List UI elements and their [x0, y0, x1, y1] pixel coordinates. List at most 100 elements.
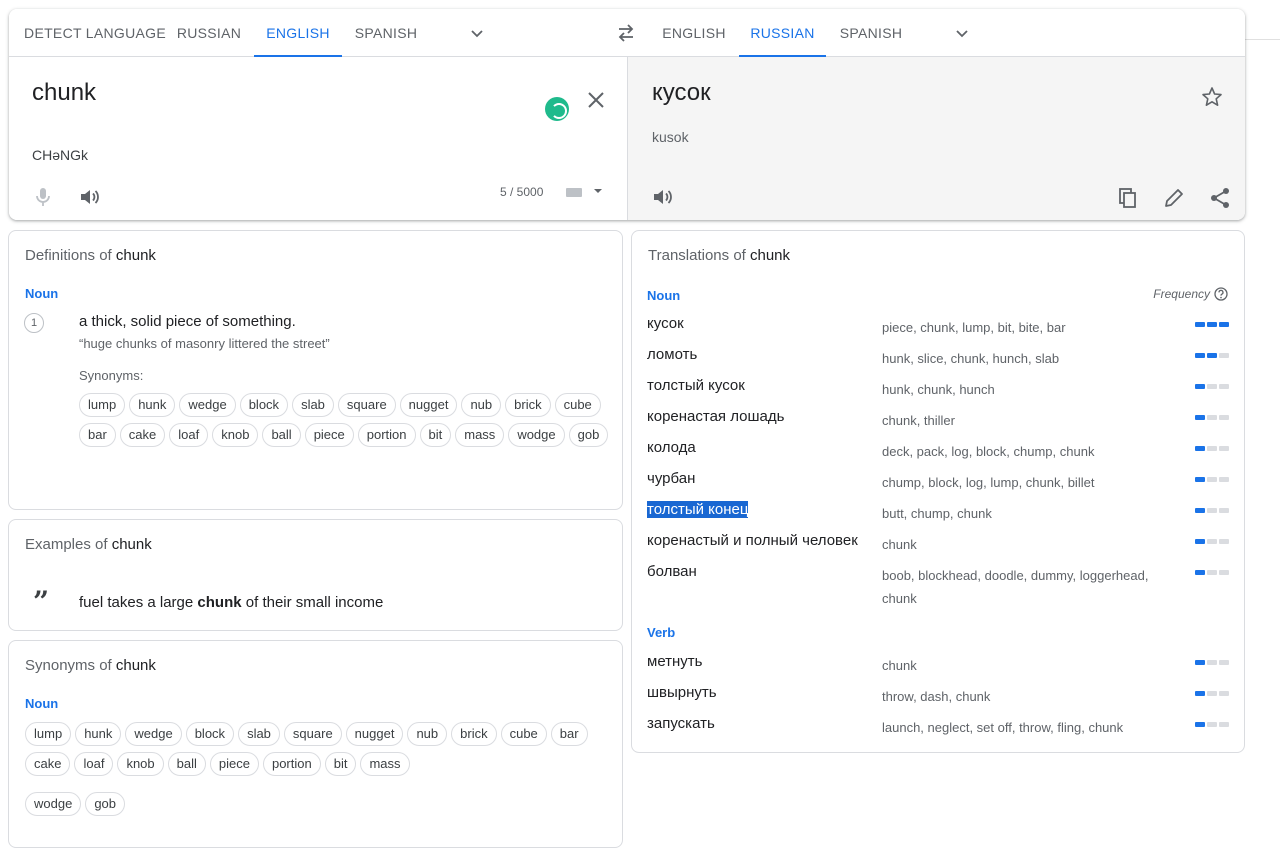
synonym-chips-group-1: lump hunk wedge block slab square nugget nub bri…	[25, 722, 615, 776]
synonym-chip[interactable]: nub	[461, 393, 502, 417]
synonym-chip[interactable]: wedge	[125, 722, 182, 746]
synonym-chip[interactable]: lump	[25, 722, 72, 746]
definitions-title-word: chunk	[115, 247, 156, 264]
frequency-segment	[1219, 539, 1229, 544]
synonym-chip[interactable]: hunk	[75, 722, 122, 746]
source-text-input[interactable]: chunk	[32, 79, 96, 107]
synonym-chip[interactable]: brick	[451, 722, 497, 746]
reverse-translations[interactable]: throw, dash, chunk	[882, 685, 1172, 708]
synonym-chip[interactable]: nugget	[399, 393, 458, 417]
star-icon[interactable]	[1200, 85, 1224, 109]
synonym-chip[interactable]: knob	[212, 423, 259, 447]
synonym-chip[interactable]: knob	[117, 752, 164, 776]
synonym-chip[interactable]: block	[185, 722, 235, 746]
translation-word[interactable]: чурбан	[647, 470, 695, 487]
translation-word[interactable]: коренастая лошадь	[647, 408, 784, 425]
synonym-chip[interactable]: ball	[262, 423, 301, 447]
translation-word[interactable]: колода	[647, 439, 696, 456]
tab-source-russian[interactable]: RUSSIAN	[174, 9, 244, 57]
synonym-chip[interactable]: portion	[357, 423, 416, 447]
frequency-segment	[1207, 539, 1217, 544]
synonym-chip[interactable]: wedge	[179, 393, 236, 417]
translation-word[interactable]: болван	[647, 563, 697, 580]
synonym-chip[interactable]: ball	[167, 752, 206, 776]
frequency-segment	[1207, 446, 1217, 451]
synonym-chip[interactable]: nugget	[345, 722, 404, 746]
reverse-translations[interactable]: butt, chump, chunk	[882, 502, 1172, 525]
synonym-chip[interactable]: piece	[304, 423, 354, 447]
examples-title-prefix: Examples of	[25, 536, 112, 553]
synonym-chip[interactable]: square	[283, 722, 342, 746]
reverse-translations[interactable]: piece, chunk, lump, bit, bite, bar	[882, 316, 1172, 339]
reverse-translations[interactable]: deck, pack, log, block, chump, chunk	[882, 440, 1172, 463]
reverse-translations[interactable]: boob, blockhead, doodle, dummy, loggerhe…	[882, 564, 1172, 610]
synonym-chip[interactable]: piece	[209, 752, 259, 776]
keyboard-icon[interactable]	[565, 185, 603, 199]
close-icon[interactable]	[585, 89, 607, 111]
translation-word[interactable]: коренастый и полный человек	[647, 532, 858, 549]
reverse-translations[interactable]: hunk, slice, chunk, hunch, slab	[882, 347, 1172, 370]
synonym-chip[interactable]: lump	[79, 393, 126, 417]
tab-source-english[interactable]: ENGLISH	[254, 9, 342, 57]
reverse-translations[interactable]: chunk, thiller	[882, 409, 1172, 432]
tab-target-spanish[interactable]: SPANISH	[834, 9, 908, 57]
synonym-chip[interactable]: bar	[79, 423, 116, 447]
frequency-segment	[1219, 415, 1229, 420]
reverse-translations[interactable]: chunk	[882, 654, 1172, 677]
synonym-chip[interactable]: wodge	[508, 423, 565, 447]
synonym-chip[interactable]: gob	[85, 792, 126, 816]
synonym-chip[interactable]: loaf	[169, 423, 209, 447]
tab-source-spanish[interactable]: SPANISH	[350, 9, 422, 57]
synonym-chip[interactable]: mass	[360, 752, 410, 776]
reverse-translations[interactable]: launch, neglect, set off, throw, fling, …	[882, 716, 1172, 739]
example-sentence-bold: chunk	[197, 594, 242, 611]
tab-target-english[interactable]: ENGLISH	[657, 9, 731, 57]
translation-word[interactable]: метнуть	[647, 653, 703, 670]
frequency-segment	[1195, 660, 1205, 665]
translation-word[interactable]: толстый кусок	[647, 377, 745, 394]
reverse-translations[interactable]: chunk	[882, 533, 1172, 556]
help-icon[interactable]	[1214, 287, 1228, 301]
chevron-down-icon[interactable]	[470, 26, 484, 40]
swap-languages-icon[interactable]	[615, 23, 637, 43]
synonym-chip[interactable]: cube	[500, 722, 547, 746]
synonym-chip[interactable]: wodge	[25, 792, 82, 816]
microphone-icon[interactable]	[31, 185, 55, 209]
synonym-chip[interactable]: slab	[238, 722, 280, 746]
copy-icon[interactable]	[1116, 186, 1140, 210]
synonym-chip[interactable]: bar	[550, 722, 588, 746]
translation-word[interactable]: кусок	[647, 315, 684, 332]
synonym-chip[interactable]: bit	[324, 752, 357, 776]
reverse-translations[interactable]: hunk, chunk, hunch	[882, 378, 1172, 401]
frequency-segment	[1207, 322, 1217, 327]
language-tab-bar: DETECT LANGUAGE RUSSIAN ENGLISH SPANISH …	[9, 9, 1245, 57]
share-icon[interactable]	[1208, 186, 1232, 210]
edit-pencil-icon[interactable]	[1162, 186, 1186, 210]
translation-word[interactable]: швырнуть	[647, 684, 717, 701]
synonym-chip[interactable]: square	[337, 393, 396, 417]
synonym-chip[interactable]: cake	[119, 423, 166, 447]
translation-word[interactable]: запускать	[647, 715, 715, 732]
synonym-chip[interactable]: cube	[554, 393, 601, 417]
reverse-translations[interactable]: chump, block, log, lump, chunk, billet	[882, 471, 1172, 494]
translation-word[interactable]: ломоть	[647, 346, 697, 363]
translation-word[interactable]: толстый конец	[647, 501, 749, 518]
synonym-chip[interactable]: hunk	[129, 393, 176, 417]
speaker-icon[interactable]	[650, 185, 674, 209]
frequency-segment	[1219, 722, 1229, 727]
synonym-chip[interactable]: loaf	[74, 752, 114, 776]
tab-detect-language[interactable]: DETECT LANGUAGE	[24, 9, 166, 57]
chevron-down-icon[interactable]	[955, 26, 969, 40]
synonym-chip[interactable]: slab	[292, 393, 334, 417]
synonym-chip[interactable]: bit	[419, 423, 452, 447]
synonym-chip[interactable]: portion	[262, 752, 321, 776]
synonym-chip[interactable]: gob	[568, 423, 609, 447]
speaker-icon[interactable]	[77, 185, 101, 209]
synonym-chip[interactable]: mass	[455, 423, 505, 447]
frequency-label: Frequency	[1153, 287, 1210, 301]
tab-target-russian[interactable]: RUSSIAN	[739, 9, 826, 57]
synonym-chip[interactable]: brick	[505, 393, 551, 417]
synonym-chip[interactable]: nub	[407, 722, 448, 746]
synonym-chip[interactable]: cake	[25, 752, 71, 776]
synonym-chip[interactable]: block	[239, 393, 289, 417]
